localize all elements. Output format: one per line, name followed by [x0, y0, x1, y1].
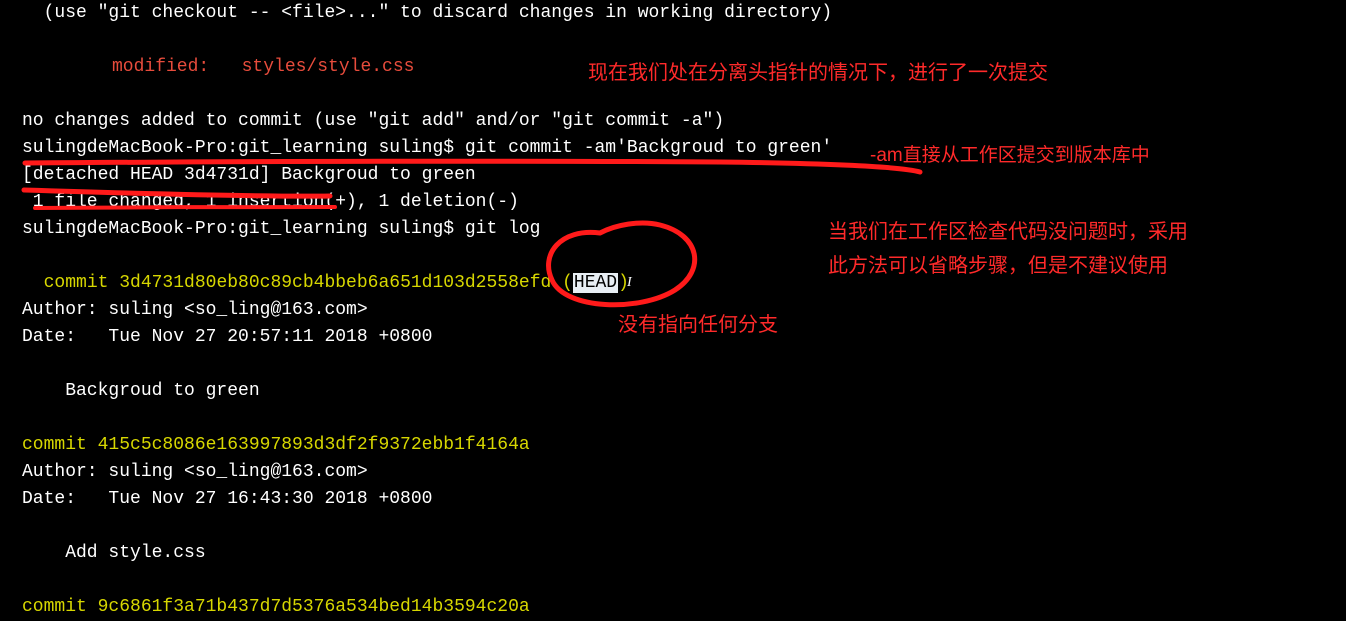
annotation-workflow-note: 当我们在工作区检查代码没问题时，采用 此方法可以省略步骤，但是不建议使用 — [828, 215, 1188, 283]
blank-line — [22, 567, 1346, 594]
annotation-am-explain: -am直接从工作区提交到版本库中 — [870, 142, 1150, 171]
commit-2-msg: Add style.css — [22, 540, 1346, 567]
annotation-no-branch: 没有指向任何分支 — [618, 310, 778, 340]
no-changes-line: no changes added to commit (use "git add… — [22, 108, 1346, 135]
blank-line — [22, 27, 1346, 54]
blank-line — [22, 351, 1346, 378]
blank-line — [22, 405, 1346, 432]
commit-2-hash: commit 415c5c8086e163997893d3df2f9372ebb… — [22, 432, 1346, 459]
annotation-workflow-note-line2: 此方法可以省略步骤，但是不建议使用 — [828, 255, 1168, 277]
date-2-line: Date: Tue Nov 27 16:43:30 2018 +0800 — [22, 486, 1346, 513]
text-cursor: I — [627, 272, 632, 293]
hint-checkout-line: (use "git checkout -- <file>..." to disc… — [22, 0, 1346, 27]
commit-3-hash: commit 9c6861f3a71b437d7d5376a534bed14b3… — [22, 594, 1346, 621]
annotation-workflow-note-line1: 当我们在工作区检查代码没问题时，采用 — [828, 221, 1188, 243]
blank-line — [22, 513, 1346, 540]
annotation-detached-commit: 现在我们处在分离头指针的情况下，进行了一次提交 — [588, 58, 1048, 88]
head-label: HEAD — [573, 273, 618, 293]
file-changed-line: 1 file changed, 1 insertion(+), 1 deleti… — [22, 189, 1346, 216]
author-2-line: Author: suling <so_ling@163.com> — [22, 459, 1346, 486]
commit-1-hash: commit 3d4731d80eb80c89cb4bbeb6a651d103d… — [44, 273, 573, 293]
commit-1-msg: Backgroud to green — [22, 378, 1346, 405]
